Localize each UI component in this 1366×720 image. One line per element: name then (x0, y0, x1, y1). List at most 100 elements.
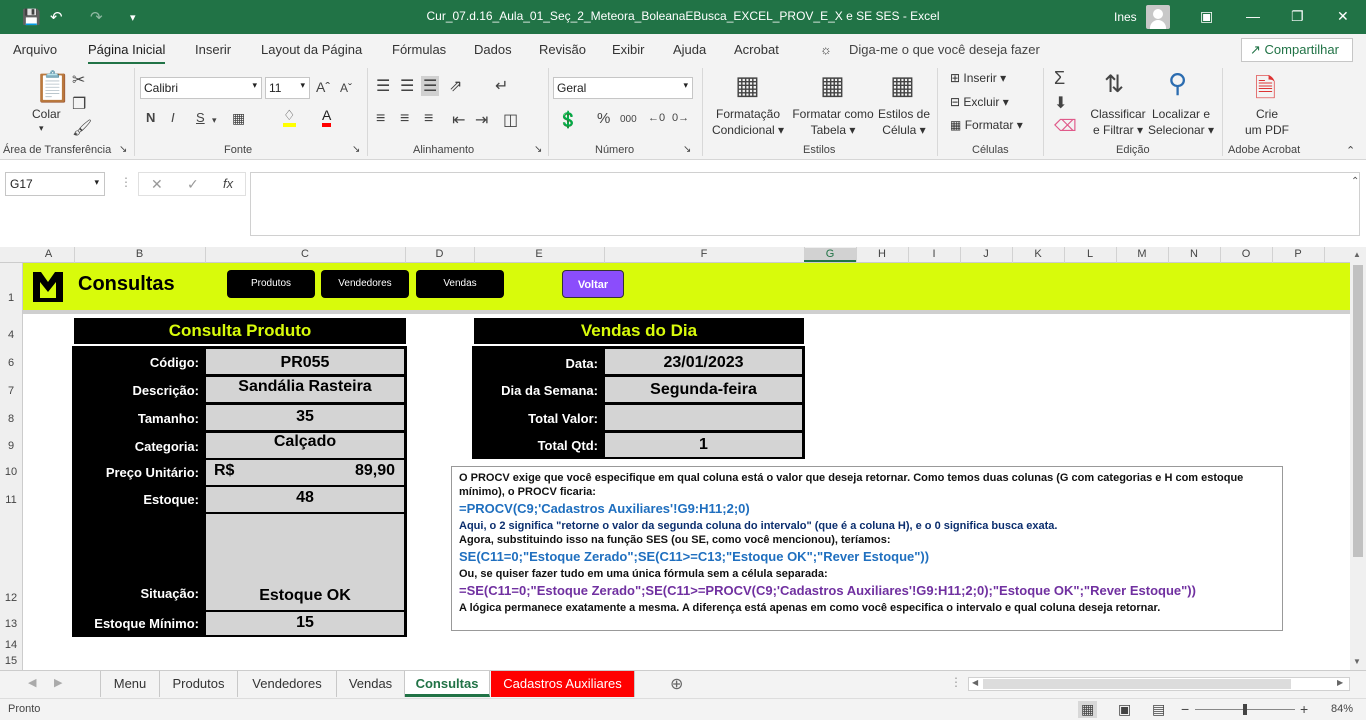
column-header[interactable]: H (856, 248, 908, 260)
row-header[interactable]: 14 (0, 639, 22, 651)
horizontal-scrollbar[interactable]: ◀ ▶ (968, 677, 1350, 691)
sort-filter-icon[interactable]: ⇅ (1104, 70, 1124, 99)
tell-me-search[interactable]: Diga-me o que você deseja fazer (849, 42, 1040, 57)
scroll-down-icon[interactable]: ▼ (1353, 657, 1361, 666)
percent-style-button[interactable]: % (597, 110, 610, 127)
insert-function-icon[interactable]: fx (223, 176, 233, 191)
number-format-select[interactable]: Geral ▾ (553, 77, 693, 99)
sheet-tab-vendas[interactable]: Vendas (337, 671, 405, 697)
zoom-slider-thumb[interactable] (1243, 704, 1247, 715)
orientation-icon[interactable]: ⇗ (449, 76, 462, 96)
paste-button[interactable]: Colar (32, 106, 61, 122)
find-select-icon[interactable]: ⚲ (1168, 68, 1187, 99)
cell-styles-button[interactable]: Estilos de Célula ▾ (876, 106, 932, 138)
format-painter-icon[interactable]: 🖌 (72, 118, 92, 138)
column-header[interactable]: D (405, 248, 474, 260)
preco-cell[interactable]: R$ 89,90 (206, 460, 404, 485)
data-value[interactable]: 23/01/2023 (605, 349, 802, 374)
format-as-table-icon[interactable]: ▦ (820, 70, 845, 101)
conditional-formatting-button[interactable]: Formatação Condicional ▾ (707, 106, 789, 138)
row-header[interactable]: 15 (0, 655, 22, 667)
bold-button[interactable]: N (146, 110, 155, 125)
page-break-view-icon[interactable]: ▤ (1152, 701, 1165, 718)
conditional-formatting-icon[interactable]: ▦ (735, 70, 760, 101)
row-header[interactable]: 12 (0, 592, 22, 604)
avatar[interactable] (1146, 5, 1170, 29)
produtos-button[interactable]: Produtos (227, 270, 315, 298)
page-layout-view-icon[interactable]: ▣ (1118, 701, 1131, 718)
fill-color-icon[interactable]: ♢ (283, 108, 296, 127)
tab-formulas[interactable]: Fórmulas (392, 42, 446, 57)
sheet-tab-vendedores[interactable]: Vendedores (238, 671, 337, 697)
font-launcher-icon[interactable]: ↘ (352, 144, 360, 155)
italic-button[interactable]: I (171, 110, 175, 125)
minimize-icon[interactable]: — (1246, 8, 1260, 24)
font-color-icon[interactable]: A (322, 108, 332, 127)
formula-input[interactable] (250, 172, 1360, 236)
ribbon-display-icon[interactable]: ▣ (1200, 8, 1213, 25)
column-header[interactable]: J (960, 248, 1012, 260)
align-left-icon[interactable]: ≡ (376, 110, 385, 128)
cut-icon[interactable]: ✂ (72, 70, 85, 90)
tabs-splitter-icon[interactable]: ⋮ (950, 675, 962, 689)
create-pdf-button[interactable]: Crie um PDF (1238, 106, 1296, 138)
expand-formula-icon[interactable]: ⌃ (1351, 176, 1359, 187)
total-qtd-value[interactable]: 1 (605, 433, 802, 457)
font-size-select[interactable]: 11 ▾ (265, 77, 310, 99)
sheet-tab-cadastros-auxiliares[interactable]: Cadastros Auxiliares (491, 671, 635, 697)
paste-dropdown-icon[interactable]: ▾ (39, 120, 44, 136)
situacao-value[interactable]: Estoque OK (206, 514, 404, 610)
copy-icon[interactable]: ❐ (72, 94, 86, 114)
column-header[interactable]: K (1012, 248, 1064, 260)
align-right-icon[interactable]: ≡ (424, 110, 433, 128)
estoque-minimo-value[interactable]: 15 (206, 612, 404, 635)
shrink-font-icon[interactable]: Aˇ (340, 81, 352, 95)
add-sheet-icon[interactable]: ⊕ (670, 674, 683, 694)
align-top-icon[interactable]: ☰ (376, 76, 390, 96)
descricao-value[interactable]: Sandália Rasteira (206, 377, 404, 402)
vendedores-button[interactable]: Vendedores (321, 270, 409, 298)
share-button[interactable]: ↗ Compartilhar (1241, 38, 1353, 62)
sheet-tab-consultas[interactable]: Consultas (405, 671, 490, 697)
column-header[interactable]: C (205, 248, 405, 260)
horizontal-scroll-thumb[interactable] (983, 679, 1291, 689)
cell-styles-icon[interactable]: ▦ (890, 70, 915, 101)
vertical-scrollbar[interactable]: ▲ ▼ (1350, 247, 1366, 670)
column-header[interactable]: N (1168, 248, 1220, 260)
accounting-format-icon[interactable]: 💲 (558, 110, 578, 130)
column-header[interactable]: F (604, 248, 804, 260)
alignment-launcher-icon[interactable]: ↘ (534, 144, 542, 155)
sheet-tab-menu[interactable]: Menu (100, 671, 160, 697)
name-box[interactable]: G17 ▾ (5, 172, 105, 196)
enter-icon[interactable]: ✓ (187, 176, 199, 193)
normal-view-icon[interactable]: ▦ (1078, 701, 1098, 718)
estoque-value[interactable]: 48 (206, 487, 404, 512)
number-launcher-icon[interactable]: ↘ (683, 144, 691, 155)
voltar-button[interactable]: Voltar (562, 270, 624, 298)
tab-revisao[interactable]: Revisão (539, 42, 586, 57)
zoom-in-icon[interactable]: + (1300, 701, 1308, 717)
comma-style-button[interactable]: 000 (620, 114, 637, 125)
increase-indent-icon[interactable]: ⇥ (475, 110, 488, 130)
row-header[interactable]: 6 (0, 357, 22, 369)
zoom-level[interactable]: 84% (1331, 703, 1353, 715)
cancel-icon[interactable]: ✕ (151, 176, 163, 193)
fill-icon[interactable]: ⬇ (1054, 93, 1067, 113)
collapse-ribbon-icon[interactable]: ⌃ (1346, 144, 1355, 157)
tab-acrobat[interactable]: Acrobat (734, 42, 779, 57)
clipboard-launcher-icon[interactable]: ↘ (119, 144, 127, 155)
clear-icon[interactable]: ⌫ (1054, 116, 1077, 136)
tab-inserir[interactable]: Inserir (195, 42, 231, 57)
wrap-text-icon[interactable]: ↵ (495, 76, 508, 96)
vendas-button[interactable]: Vendas (416, 270, 504, 298)
increase-decimal-icon[interactable]: ←0 (648, 112, 665, 124)
sheet-tab-produtos[interactable]: Produtos (160, 671, 238, 697)
zoom-out-icon[interactable]: − (1181, 701, 1189, 717)
find-select-button[interactable]: Localizar e Selecionar ▾ (1147, 106, 1215, 138)
column-header[interactable]: B (74, 248, 205, 260)
column-header[interactable]: I (908, 248, 960, 260)
total-valor-value[interactable] (605, 405, 802, 430)
column-header[interactable]: M (1116, 248, 1168, 260)
row-header[interactable]: 4 (0, 329, 22, 341)
column-header[interactable]: E (474, 248, 604, 260)
